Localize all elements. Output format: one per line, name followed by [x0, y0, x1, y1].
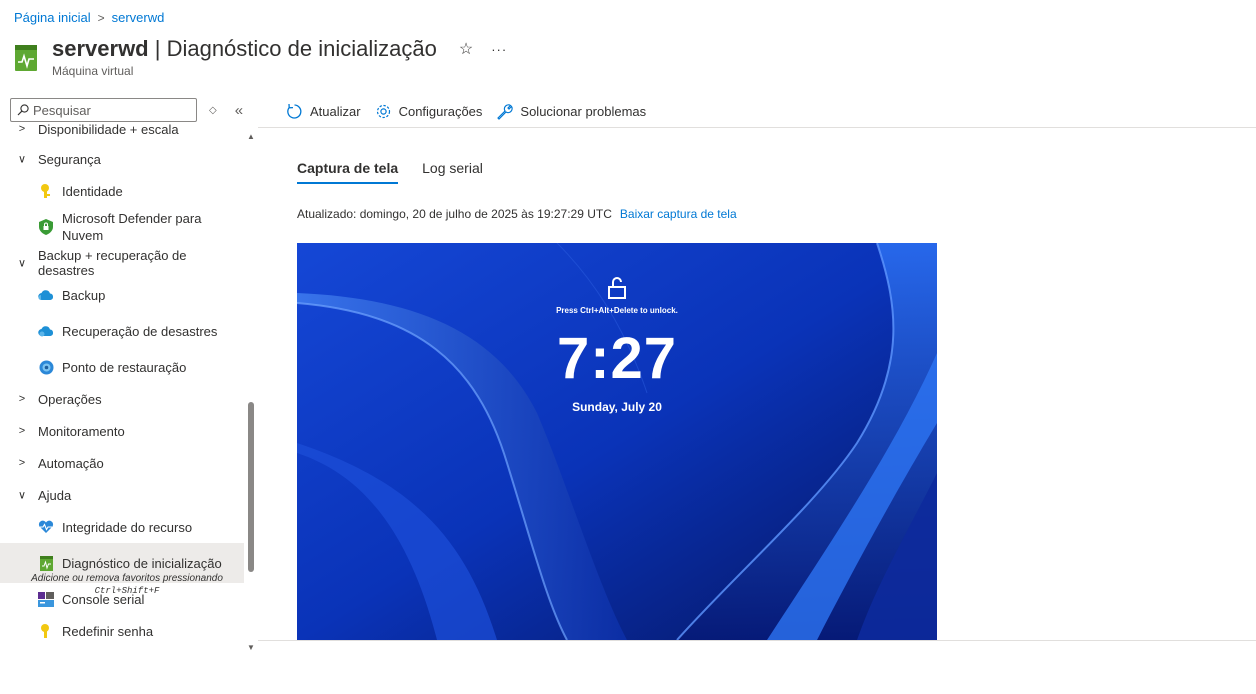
sidebar-item-label: Identidade: [62, 183, 123, 199]
lockscreen-clock: 7:27: [556, 326, 678, 391]
sidebar-item-restore-point[interactable]: Ponto de restauração: [0, 351, 244, 383]
chevron-down-icon: ∨: [17, 489, 27, 502]
sidebar-group-help[interactable]: ∨ Ajuda: [0, 479, 244, 511]
sidebar-item-label: Operações: [38, 391, 102, 407]
sidebar-item-label: Recuperação de desastres: [62, 323, 218, 339]
sidebar-item-label: Backup + recuperação de desastres: [38, 248, 187, 278]
breadcrumb-home-link[interactable]: Página inicial: [14, 10, 91, 25]
sidebar-item-defender[interactable]: Microsoft Defender para Nuvem: [0, 207, 244, 247]
chevron-down-icon: ∨: [17, 153, 27, 166]
tab-list: Captura de tela Log serial: [297, 160, 507, 184]
gear-icon: [376, 104, 390, 119]
search-icon: [17, 104, 29, 116]
sidebar: ◇ « > Disponibilidade + escala ∨ Seguran…: [0, 96, 258, 694]
scroll-down-arrow-icon[interactable]: ▼: [247, 643, 255, 652]
sidebar-item-label: Redefinir senha: [62, 623, 154, 639]
troubleshoot-label: Solucionar problemas: [520, 104, 647, 119]
unlock-icon: [297, 276, 937, 303]
vm-screenshot: Press Ctrl+Alt+Delete to unlock. 7:27 Su…: [297, 243, 937, 640]
settings-button[interactable]: Configurações: [375, 103, 483, 120]
wrench-icon: [497, 104, 514, 120]
search-box[interactable]: [10, 98, 197, 122]
unlock-hint: Press Ctrl+Alt+Delete to unlock.: [556, 306, 678, 315]
sidebar-item-label: Ponto de restauração: [62, 359, 187, 375]
chevron-right-icon: >: [18, 457, 26, 469]
page-subtitle: Máquina virtual: [52, 64, 134, 78]
sidebar-item-label: Integridade do recurso: [62, 519, 193, 535]
refresh-button[interactable]: Atualizar: [286, 103, 361, 120]
page-title: serverwd | Diagnóstico de inicialização: [52, 36, 437, 61]
refresh-icon: [287, 103, 302, 119]
sidebar-group-operations[interactable]: > Operações: [0, 383, 244, 415]
sidebar-item-label: Microsoft Defender para Nuvem: [62, 211, 202, 243]
key-icon: [38, 183, 54, 199]
sidebar-item-label: Segurança: [38, 151, 101, 167]
sidebar-item-label: Ajuda: [38, 487, 72, 503]
sidebar-group-automation[interactable]: > Automação: [0, 447, 244, 479]
breadcrumb: Página inicial > serverwd: [14, 10, 164, 25]
sidebar-item-label: Diagnóstico de inicialização: [62, 555, 222, 571]
key-icon: [38, 623, 54, 639]
boot-diagnostics-icon: [15, 45, 37, 71]
sidebar-item-label: Monitoramento: [38, 423, 125, 439]
sidebar-group-security[interactable]: ∨ Segurança: [0, 143, 244, 175]
sidebar-nav: > Disponibilidade + escala ∨ Segurança I…: [0, 122, 244, 650]
divider: [258, 640, 1256, 641]
sidebar-item-label: Backup: [62, 287, 106, 303]
cloud-recovery-icon: [38, 323, 54, 339]
breadcrumb-resource-link[interactable]: serverwd: [112, 10, 165, 25]
sidebar-item-backup[interactable]: Backup: [0, 279, 244, 311]
download-screenshot-link[interactable]: Baixar captura de tela: [620, 207, 737, 221]
sidebar-group-backup-dr[interactable]: ∨ Backup + recuperação de desastres: [0, 247, 244, 279]
breadcrumb-separator-icon: >: [97, 10, 105, 25]
sort-icon[interactable]: ◇: [209, 105, 217, 116]
chevron-down-icon: ∨: [17, 257, 27, 270]
tab-screenshot[interactable]: Captura de tela: [297, 160, 399, 184]
updated-text: Atualizado: domingo, 20 de julho de 2025…: [297, 207, 612, 221]
favorites-shortcut: Ctrl+Shift+F: [94, 586, 160, 596]
sidebar-item-resource-health[interactable]: Integridade do recurso: [0, 511, 244, 543]
lockscreen-date: Sunday, July 20: [572, 400, 662, 414]
search-input[interactable]: [33, 102, 183, 118]
sidebar-item-label: Disponibilidade + escala: [38, 122, 179, 137]
tab-serial-log[interactable]: Log serial: [422, 160, 483, 184]
favorites-hint: Adicione ou remova favoritos pressionand…: [0, 572, 254, 598]
update-status: Atualizado: domingo, 20 de julho de 2025…: [297, 207, 737, 221]
more-options-icon[interactable]: ···: [491, 42, 507, 57]
collapse-sidebar-icon[interactable]: «: [235, 102, 243, 119]
scrollbar-thumb[interactable]: [248, 402, 254, 572]
sidebar-item-identity[interactable]: Identidade: [0, 175, 244, 207]
chevron-right-icon: >: [18, 393, 26, 405]
shield-icon: [38, 219, 54, 235]
sidebar-group-monitoring[interactable]: > Monitoramento: [0, 415, 244, 447]
sidebar-group-availability[interactable]: > Disponibilidade + escala: [0, 122, 244, 143]
page-header: serverwd | Diagnóstico de inicialização …: [14, 36, 507, 78]
chevron-right-icon: >: [18, 425, 26, 437]
favorite-star-icon[interactable]: ☆: [459, 39, 473, 59]
cloud-backup-icon: [38, 287, 54, 303]
scroll-up-arrow-icon[interactable]: ▲: [247, 132, 255, 141]
heart-pulse-icon: [38, 519, 54, 535]
favorites-hint-text: Adicione ou remova favoritos pressionand…: [31, 573, 223, 584]
command-bar: Atualizar Configurações Solucionar probl…: [258, 96, 1256, 128]
restore-point-icon: [38, 359, 54, 375]
refresh-label: Atualizar: [310, 104, 361, 119]
chevron-right-icon: >: [18, 123, 26, 135]
sidebar-item-reset-password[interactable]: Redefinir senha: [0, 615, 244, 647]
settings-label: Configurações: [398, 104, 483, 119]
troubleshoot-button[interactable]: Solucionar problemas: [496, 103, 646, 120]
sidebar-item-label: Automação: [38, 455, 104, 471]
sidebar-item-disaster-recovery[interactable]: Recuperação de desastres: [0, 311, 244, 351]
boot-diagnostics-icon: [38, 555, 54, 571]
